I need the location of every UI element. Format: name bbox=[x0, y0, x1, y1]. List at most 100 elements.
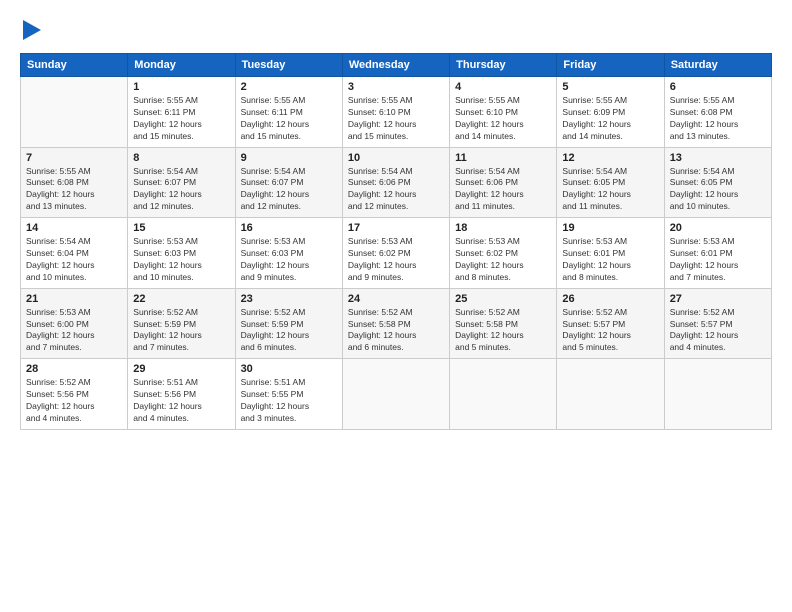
day-number: 22 bbox=[133, 293, 229, 305]
col-sunday: Sunday bbox=[21, 54, 128, 77]
day-number: 28 bbox=[26, 363, 122, 375]
day-number: 21 bbox=[26, 293, 122, 305]
day-info: Sunrise: 5:51 AM Sunset: 5:56 PM Dayligh… bbox=[133, 377, 229, 425]
table-row bbox=[342, 359, 449, 430]
day-info: Sunrise: 5:52 AM Sunset: 5:58 PM Dayligh… bbox=[348, 307, 444, 355]
table-row bbox=[557, 359, 664, 430]
table-row: 17 Sunrise: 5:53 AM Sunset: 6:02 PM Dayli… bbox=[342, 218, 449, 289]
table-row: 16 Sunrise: 5:53 AM Sunset: 6:03 PM Dayli… bbox=[235, 218, 342, 289]
table-row: 28 Sunrise: 5:52 AM Sunset: 5:56 PM Dayli… bbox=[21, 359, 128, 430]
day-number: 9 bbox=[241, 152, 337, 164]
day-info: Sunrise: 5:54 AM Sunset: 6:05 PM Dayligh… bbox=[562, 166, 658, 214]
calendar-table: Sunday Monday Tuesday Wednesday Thursday… bbox=[20, 53, 772, 430]
day-number: 2 bbox=[241, 81, 337, 93]
calendar-week-row: 21 Sunrise: 5:53 AM Sunset: 6:00 PM Dayli… bbox=[21, 288, 772, 359]
table-row: 5 Sunrise: 5:55 AM Sunset: 6:09 PM Daylig… bbox=[557, 77, 664, 148]
day-number: 12 bbox=[562, 152, 658, 164]
table-row: 21 Sunrise: 5:53 AM Sunset: 6:00 PM Dayli… bbox=[21, 288, 128, 359]
day-info: Sunrise: 5:52 AM Sunset: 5:59 PM Dayligh… bbox=[241, 307, 337, 355]
table-row bbox=[21, 77, 128, 148]
table-row: 13Sunrise: 5:54 AM Sunset: 6:05 PM Dayli… bbox=[664, 147, 771, 218]
day-info: Sunrise: 5:55 AM Sunset: 6:11 PM Dayligh… bbox=[133, 95, 229, 143]
day-info: Sunrise: 5:53 AM Sunset: 6:02 PM Dayligh… bbox=[455, 236, 551, 284]
table-row: 24 Sunrise: 5:52 AM Sunset: 5:58 PM Dayli… bbox=[342, 288, 449, 359]
day-number: 29 bbox=[133, 363, 229, 375]
table-row: 20 Sunrise: 5:53 AM Sunset: 6:01 PM Dayli… bbox=[664, 218, 771, 289]
table-row: 11 Sunrise: 5:54 AM Sunset: 6:06 PM Dayli… bbox=[450, 147, 557, 218]
day-number: 3 bbox=[348, 81, 444, 93]
table-row: 8 Sunrise: 5:54 AM Sunset: 6:07 PM Daylig… bbox=[128, 147, 235, 218]
day-number: 11 bbox=[455, 152, 551, 164]
day-number: 30 bbox=[241, 363, 337, 375]
day-number: 5 bbox=[562, 81, 658, 93]
day-number: 4 bbox=[455, 81, 551, 93]
table-row: 9 Sunrise: 5:54 AM Sunset: 6:07 PM Daylig… bbox=[235, 147, 342, 218]
calendar-week-row: 1 Sunrise: 5:55 AM Sunset: 6:11 PM Daylig… bbox=[21, 77, 772, 148]
day-info: Sunrise: 5:54 AM Sunset: 6:07 PM Dayligh… bbox=[241, 166, 337, 214]
day-info: Sunrise: 5:53 AM Sunset: 6:02 PM Dayligh… bbox=[348, 236, 444, 284]
day-number: 10 bbox=[348, 152, 444, 164]
table-row: 10Sunrise: 5:54 AM Sunset: 6:06 PM Dayli… bbox=[342, 147, 449, 218]
day-info: Sunrise: 5:53 AM Sunset: 6:03 PM Dayligh… bbox=[133, 236, 229, 284]
logo-arrow-icon bbox=[23, 20, 41, 40]
col-friday: Friday bbox=[557, 54, 664, 77]
day-info: Sunrise: 5:53 AM Sunset: 6:03 PM Dayligh… bbox=[241, 236, 337, 284]
day-number: 14 bbox=[26, 222, 122, 234]
day-number: 23 bbox=[241, 293, 337, 305]
day-info: Sunrise: 5:52 AM Sunset: 5:57 PM Dayligh… bbox=[670, 307, 766, 355]
day-info: Sunrise: 5:53 AM Sunset: 6:00 PM Dayligh… bbox=[26, 307, 122, 355]
day-number: 15 bbox=[133, 222, 229, 234]
day-number: 18 bbox=[455, 222, 551, 234]
day-info: Sunrise: 5:52 AM Sunset: 5:56 PM Dayligh… bbox=[26, 377, 122, 425]
table-row: 19Sunrise: 5:53 AM Sunset: 6:01 PM Dayli… bbox=[557, 218, 664, 289]
day-number: 6 bbox=[670, 81, 766, 93]
day-info: Sunrise: 5:54 AM Sunset: 6:07 PM Dayligh… bbox=[133, 166, 229, 214]
day-info: Sunrise: 5:55 AM Sunset: 6:10 PM Dayligh… bbox=[455, 95, 551, 143]
table-row: 6Sunrise: 5:55 AM Sunset: 6:08 PM Daylig… bbox=[664, 77, 771, 148]
day-number: 17 bbox=[348, 222, 444, 234]
table-row: 12 Sunrise: 5:54 AM Sunset: 6:05 PM Dayli… bbox=[557, 147, 664, 218]
day-number: 25 bbox=[455, 293, 551, 305]
col-saturday: Saturday bbox=[664, 54, 771, 77]
day-info: Sunrise: 5:52 AM Sunset: 5:58 PM Dayligh… bbox=[455, 307, 551, 355]
calendar-week-row: 14Sunrise: 5:54 AM Sunset: 6:04 PM Dayli… bbox=[21, 218, 772, 289]
day-number: 20 bbox=[670, 222, 766, 234]
day-info: Sunrise: 5:53 AM Sunset: 6:01 PM Dayligh… bbox=[562, 236, 658, 284]
day-info: Sunrise: 5:55 AM Sunset: 6:10 PM Dayligh… bbox=[348, 95, 444, 143]
day-info: Sunrise: 5:52 AM Sunset: 5:57 PM Dayligh… bbox=[562, 307, 658, 355]
table-row: 22Sunrise: 5:52 AM Sunset: 5:59 PM Dayli… bbox=[128, 288, 235, 359]
calendar-week-row: 28 Sunrise: 5:52 AM Sunset: 5:56 PM Dayli… bbox=[21, 359, 772, 430]
day-info: Sunrise: 5:53 AM Sunset: 6:01 PM Dayligh… bbox=[670, 236, 766, 284]
day-info: Sunrise: 5:55 AM Sunset: 6:08 PM Dayligh… bbox=[26, 166, 122, 214]
day-number: 16 bbox=[241, 222, 337, 234]
col-tuesday: Tuesday bbox=[235, 54, 342, 77]
col-monday: Monday bbox=[128, 54, 235, 77]
day-number: 24 bbox=[348, 293, 444, 305]
table-row: 4 Sunrise: 5:55 AM Sunset: 6:10 PM Daylig… bbox=[450, 77, 557, 148]
day-info: Sunrise: 5:54 AM Sunset: 6:05 PM Dayligh… bbox=[670, 166, 766, 214]
day-number: 7 bbox=[26, 152, 122, 164]
table-row: 3 Sunrise: 5:55 AM Sunset: 6:10 PM Daylig… bbox=[342, 77, 449, 148]
table-row bbox=[664, 359, 771, 430]
day-number: 27 bbox=[670, 293, 766, 305]
day-info: Sunrise: 5:55 AM Sunset: 6:09 PM Dayligh… bbox=[562, 95, 658, 143]
table-row: 15 Sunrise: 5:53 AM Sunset: 6:03 PM Dayli… bbox=[128, 218, 235, 289]
col-thursday: Thursday bbox=[450, 54, 557, 77]
table-row: 25 Sunrise: 5:52 AM Sunset: 5:58 PM Dayli… bbox=[450, 288, 557, 359]
day-info: Sunrise: 5:55 AM Sunset: 6:11 PM Dayligh… bbox=[241, 95, 337, 143]
day-info: Sunrise: 5:51 AM Sunset: 5:55 PM Dayligh… bbox=[241, 377, 337, 425]
table-row: 1 Sunrise: 5:55 AM Sunset: 6:11 PM Daylig… bbox=[128, 77, 235, 148]
table-row: 2 Sunrise: 5:55 AM Sunset: 6:11 PM Daylig… bbox=[235, 77, 342, 148]
col-wednesday: Wednesday bbox=[342, 54, 449, 77]
day-number: 8 bbox=[133, 152, 229, 164]
calendar-week-row: 7 Sunrise: 5:55 AM Sunset: 6:08 PM Daylig… bbox=[21, 147, 772, 218]
table-row: 18 Sunrise: 5:53 AM Sunset: 6:02 PM Dayli… bbox=[450, 218, 557, 289]
logo bbox=[20, 18, 41, 45]
table-row bbox=[450, 359, 557, 430]
table-row: 27 Sunrise: 5:52 AM Sunset: 5:57 PM Dayli… bbox=[664, 288, 771, 359]
page-header bbox=[20, 18, 772, 45]
table-row: 26 Sunrise: 5:52 AM Sunset: 5:57 PM Dayli… bbox=[557, 288, 664, 359]
day-number: 26 bbox=[562, 293, 658, 305]
day-info: Sunrise: 5:54 AM Sunset: 6:06 PM Dayligh… bbox=[455, 166, 551, 214]
day-number: 1 bbox=[133, 81, 229, 93]
